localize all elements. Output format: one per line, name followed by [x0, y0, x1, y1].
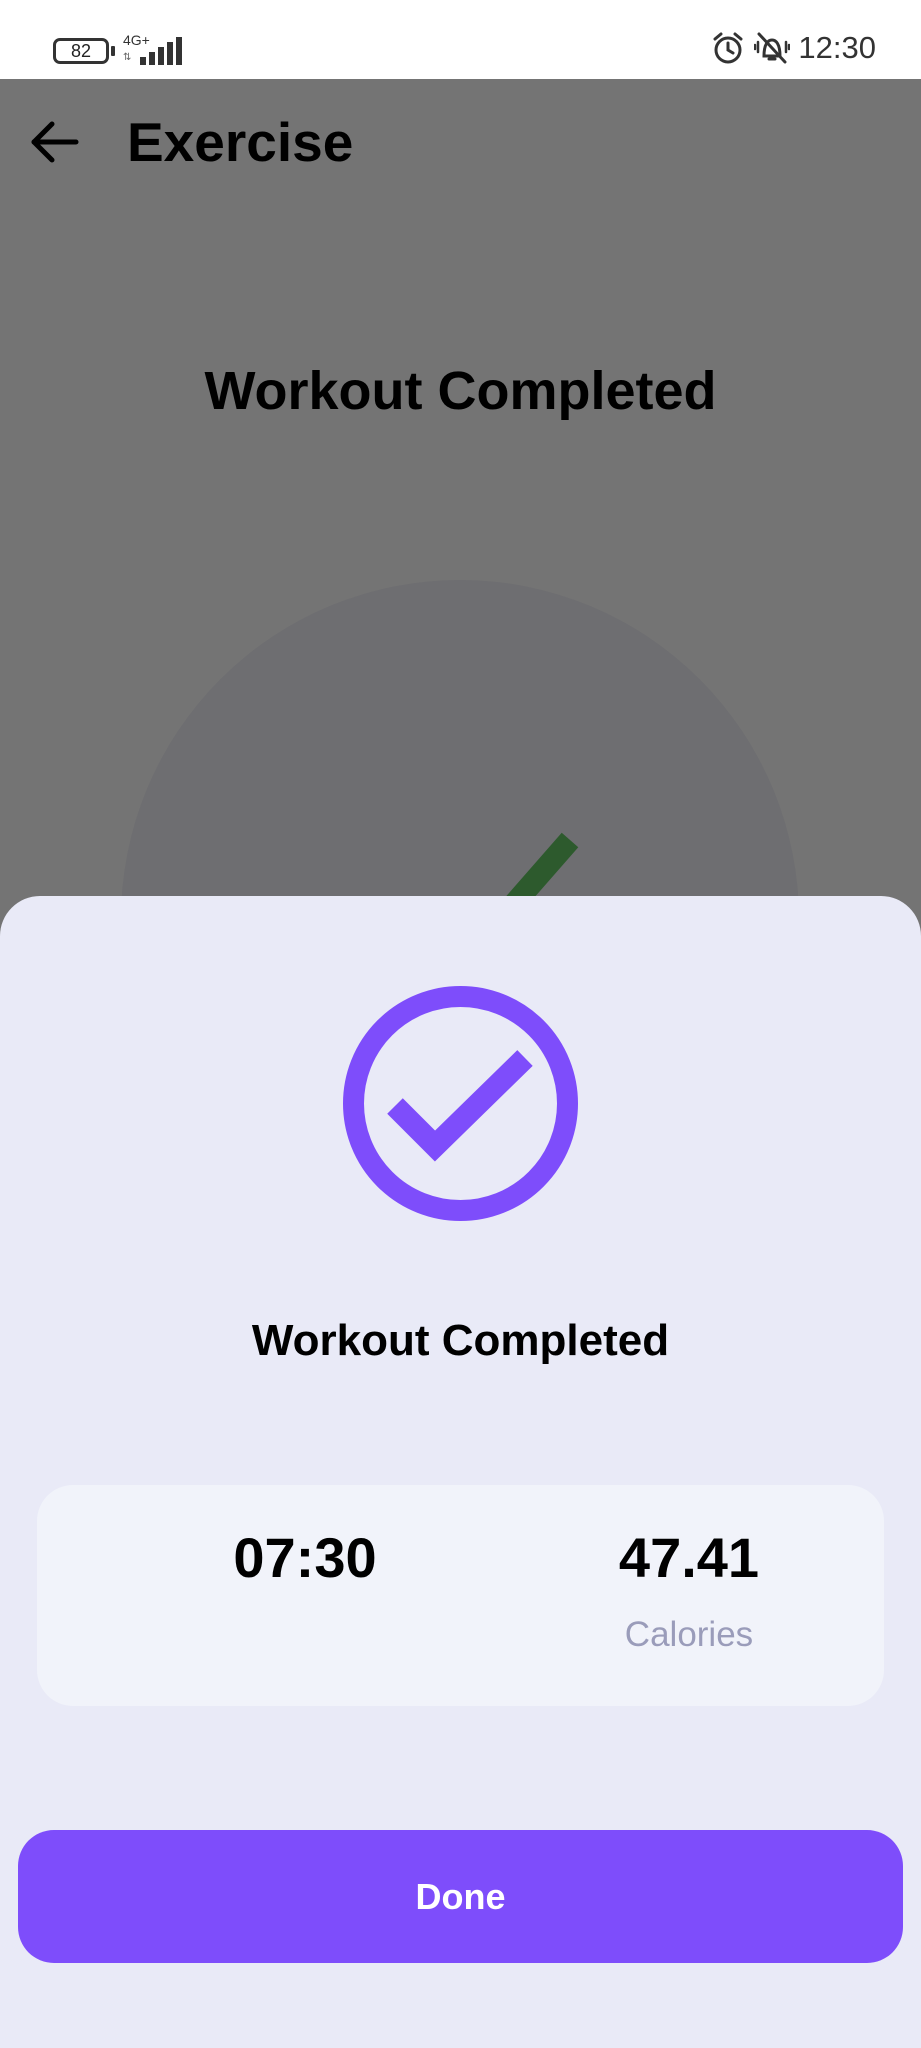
- page-title: Exercise: [127, 111, 354, 173]
- back-arrow-icon[interactable]: [28, 116, 80, 168]
- sheet-title: Workout Completed: [251, 1316, 670, 1365]
- status-right: 12:30: [702, 30, 876, 66]
- done-button[interactable]: Done: [18, 1830, 903, 1963]
- battery-nub: [111, 46, 115, 56]
- signal-icon: [140, 37, 182, 65]
- status-time: 12:30: [798, 30, 876, 65]
- vibrate-off-icon: [754, 32, 791, 64]
- calories-label: Calories: [624, 1615, 754, 1654]
- battery-icon: 82: [53, 38, 109, 64]
- battery-level: 82: [70, 40, 92, 61]
- stats-card: 07:30 47.41 Calories: [37, 1485, 884, 1706]
- alarm-icon: [713, 32, 743, 64]
- check-circle-icon: [343, 986, 578, 1221]
- calories-value: 47.41: [618, 1526, 760, 1589]
- duration-value: 07:30: [233, 1526, 377, 1589]
- background-heading: Workout Completed: [204, 361, 717, 421]
- status-bar: 82 4G+ ⇅ 12:30: [0, 0, 921, 79]
- network-activity-icon: ⇅: [123, 52, 132, 63]
